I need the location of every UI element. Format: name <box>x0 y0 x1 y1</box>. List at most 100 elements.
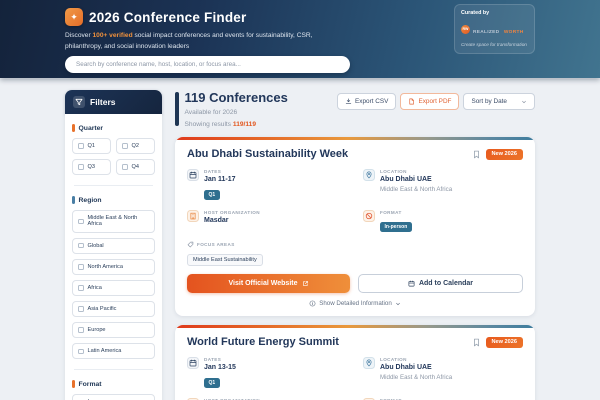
export-csv-button[interactable]: Export CSV <box>337 93 397 110</box>
sort-label: Sort by Date <box>471 98 507 105</box>
calendar-icon <box>187 169 199 181</box>
region-value: Middle East & North Africa <box>380 185 453 193</box>
org-name-secondary: WORTH <box>503 30 524 35</box>
option-label: Global <box>87 242 104 249</box>
tag-icon <box>187 241 194 248</box>
option-label: Asia Pacific <box>87 305 117 312</box>
funnel-icon <box>73 96 85 108</box>
export-pdf-button[interactable]: Export PDF <box>400 93 460 110</box>
checkbox-icon <box>78 242 84 249</box>
divider <box>74 185 153 187</box>
filter-section-quarter: Quarter Q1 Q2 Q3 Q4 <box>72 124 155 176</box>
detail-location: LOCATION Abu Dhabi UAE Middle East & Nor… <box>363 169 523 201</box>
calendar-icon <box>408 280 415 287</box>
chevron-down-icon <box>522 100 526 103</box>
location-label: LOCATION <box>380 357 407 362</box>
file-icon <box>409 98 415 105</box>
export-csv-label: Export CSV <box>355 98 389 105</box>
org-tagline: Create space for transformation <box>461 42 527 47</box>
focus-label: FOCUS AREAS <box>197 242 235 247</box>
host-label: HOST ORGANIZATION <box>204 210 260 215</box>
filters-title: Filters <box>90 97 116 107</box>
region-value: Middle East & North Africa <box>380 373 453 381</box>
detail-format: FORMAT In-person <box>363 210 523 233</box>
focus-areas: FOCUS AREAS Middle East Sustainability <box>187 241 523 266</box>
visit-website-button[interactable]: Visit Official Website <box>187 274 350 293</box>
filters-sidebar: Filters Quarter Q1 Q2 Q3 Q4 Region Middl… <box>65 90 162 400</box>
checkbox-icon <box>122 143 128 149</box>
page: ✦ 2026 Conference Finder Discover 100+ v… <box>0 0 600 400</box>
filter-option-latin-america[interactable]: Latin America <box>72 343 155 360</box>
checkbox-icon <box>122 164 128 170</box>
visit-website-label: Visit Official Website <box>228 280 298 287</box>
dates-label: DATES <box>204 357 222 362</box>
focus-area-chip[interactable]: Middle East Sustainability <box>187 254 263 266</box>
curated-by-badge[interactable]: Curated by RW REALIZED WORTH Create spac… <box>454 4 535 54</box>
format-badge: In-person <box>380 222 412 232</box>
app-subtitle: Discover 100+ verified social impact con… <box>65 31 330 52</box>
results-subtitle: Available for 2026 <box>184 109 238 116</box>
checkbox-icon <box>78 143 84 149</box>
bookmark-icon[interactable] <box>472 150 481 159</box>
section-accent <box>72 124 75 132</box>
checkbox-icon <box>78 348 84 355</box>
app-title: 2026 Conference Finder <box>89 9 247 25</box>
showing-prefix: Showing results <box>184 121 233 128</box>
results-showing: Showing results 119/119 <box>185 121 288 128</box>
org-name-primary: REALIZED <box>473 30 500 35</box>
results-accent-bar <box>175 92 179 126</box>
checkbox-icon <box>78 164 84 170</box>
filter-option-asia-pacific[interactable]: Asia Pacific <box>72 300 155 318</box>
location-value: Abu Dhabi UAE <box>380 176 432 183</box>
map-pin-icon <box>363 357 375 369</box>
filter-option-europe[interactable]: Europe <box>72 322 155 339</box>
option-label: Q3 <box>87 164 95 171</box>
sort-dropdown[interactable]: Sort by Date <box>463 93 535 110</box>
location-value: Abu Dhabi UAE <box>380 364 432 371</box>
filter-option-africa[interactable]: Africa <box>72 279 155 296</box>
filter-option-q1[interactable]: Q1 <box>72 138 111 155</box>
quarter-badge: Q1 <box>204 190 220 200</box>
filter-option-q4[interactable]: Q4 <box>116 159 155 176</box>
bookmark-icon[interactable] <box>472 338 481 347</box>
format-circle-icon <box>363 210 375 222</box>
show-details-toggle[interactable]: Show Detailed Information <box>187 300 523 307</box>
checkbox-icon <box>78 285 84 291</box>
sparkle-logo-icon: ✦ <box>65 8 83 26</box>
results-header: 119 Conferences Available for 2026 Showi… <box>175 90 535 128</box>
option-label: Latin America <box>87 348 122 355</box>
detail-host: HOST ORGANIZATION Masdar <box>187 210 347 233</box>
filter-option-north-america[interactable]: North America <box>72 258 155 275</box>
option-label: Q2 <box>131 143 139 149</box>
filter-section-format: Format In-person Invite-only Hybrid <box>72 380 155 400</box>
subtitle-highlight: 100+ verified <box>92 32 133 39</box>
dates-label: DATES <box>204 169 222 174</box>
chevron-down-icon <box>395 302 400 305</box>
format-label: FORMAT <box>380 210 402 215</box>
checkbox-icon <box>78 327 84 333</box>
add-to-calendar-button[interactable]: Add to Calendar <box>358 274 523 293</box>
export-pdf-label: Export PDF <box>418 98 452 105</box>
new-badge: New 2026 <box>485 148 523 160</box>
org-avatar: RW <box>461 24 470 34</box>
download-icon <box>345 98 352 104</box>
dates-value: Jan 13-15 <box>204 364 236 371</box>
calendar-icon <box>187 357 199 369</box>
detail-dates: DATES Jan 13-15 Q1 <box>187 357 347 389</box>
divider <box>74 369 153 371</box>
filter-option-mena[interactable]: Middle East & North Africa <box>72 210 155 233</box>
checkbox-icon <box>78 218 84 225</box>
filter-option-global[interactable]: Global <box>72 237 155 254</box>
filter-option-q3[interactable]: Q3 <box>72 159 111 176</box>
conference-title: World Future Energy Summit <box>187 336 339 348</box>
filter-option-q2[interactable]: Q2 <box>116 138 155 155</box>
option-label: Q4 <box>131 164 139 171</box>
option-label: North America <box>87 263 123 270</box>
search-input[interactable] <box>65 56 350 73</box>
results-count-title: 119 Conferences <box>184 90 288 105</box>
filter-section-region: Region Middle East & North Africa Global… <box>72 196 155 360</box>
option-label: Middle East & North Africa <box>87 215 138 228</box>
filter-option-in-person[interactable]: In-person <box>72 394 155 400</box>
option-label: Europe <box>87 327 106 334</box>
subtitle-prefix: Discover <box>65 32 93 39</box>
